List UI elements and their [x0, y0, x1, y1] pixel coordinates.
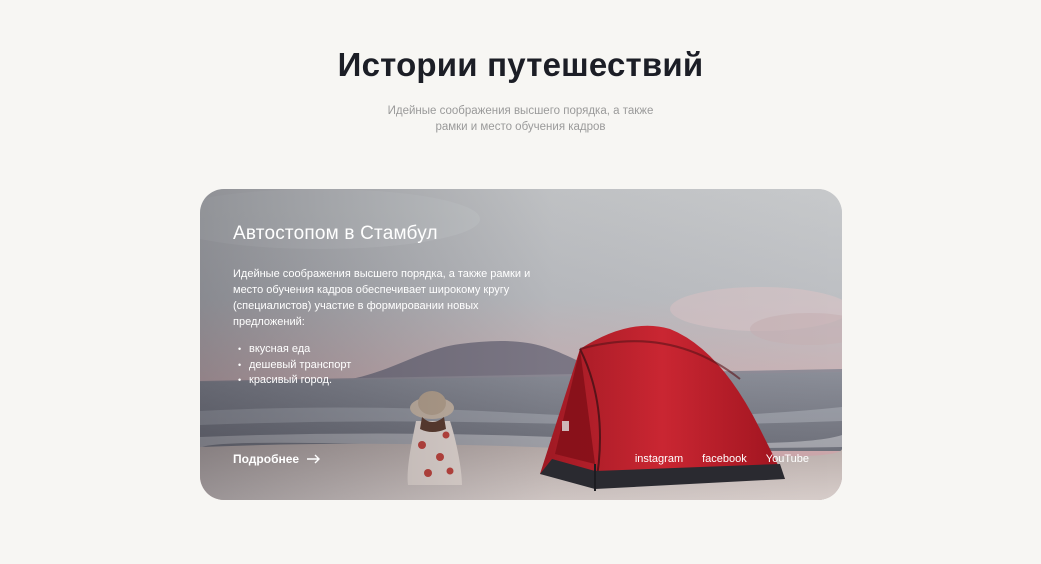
- features-list: вкусная еда дешевый транспорт красивый г…: [233, 342, 351, 389]
- social-link-youtube[interactable]: YouTube: [766, 453, 809, 465]
- card-description: Идейные соображения высшего порядка, а т…: [233, 268, 531, 328]
- feature-item: дешевый транспорт: [233, 358, 351, 374]
- social-link-facebook[interactable]: facebook: [702, 453, 747, 465]
- more-link[interactable]: Подробнее: [233, 452, 321, 466]
- page-subtitle: Идейные соображения высшего порядка, а т…: [387, 105, 654, 133]
- card-title: Автостопом в Стамбул: [233, 223, 438, 244]
- feature-item: красивый город.: [233, 373, 351, 389]
- page-title: Истории путешествий: [337, 46, 704, 83]
- social-links: instagram facebook YouTube: [635, 453, 809, 465]
- arrow-right-icon: [307, 454, 321, 464]
- page: Истории путешествий Идейные соображения …: [0, 0, 1041, 564]
- feature-item: вкусная еда: [233, 342, 351, 358]
- social-link-instagram[interactable]: instagram: [635, 453, 683, 465]
- more-link-label: Подробнее: [233, 452, 300, 466]
- story-card: Автостопом в Стамбул Идейные соображения…: [200, 189, 842, 500]
